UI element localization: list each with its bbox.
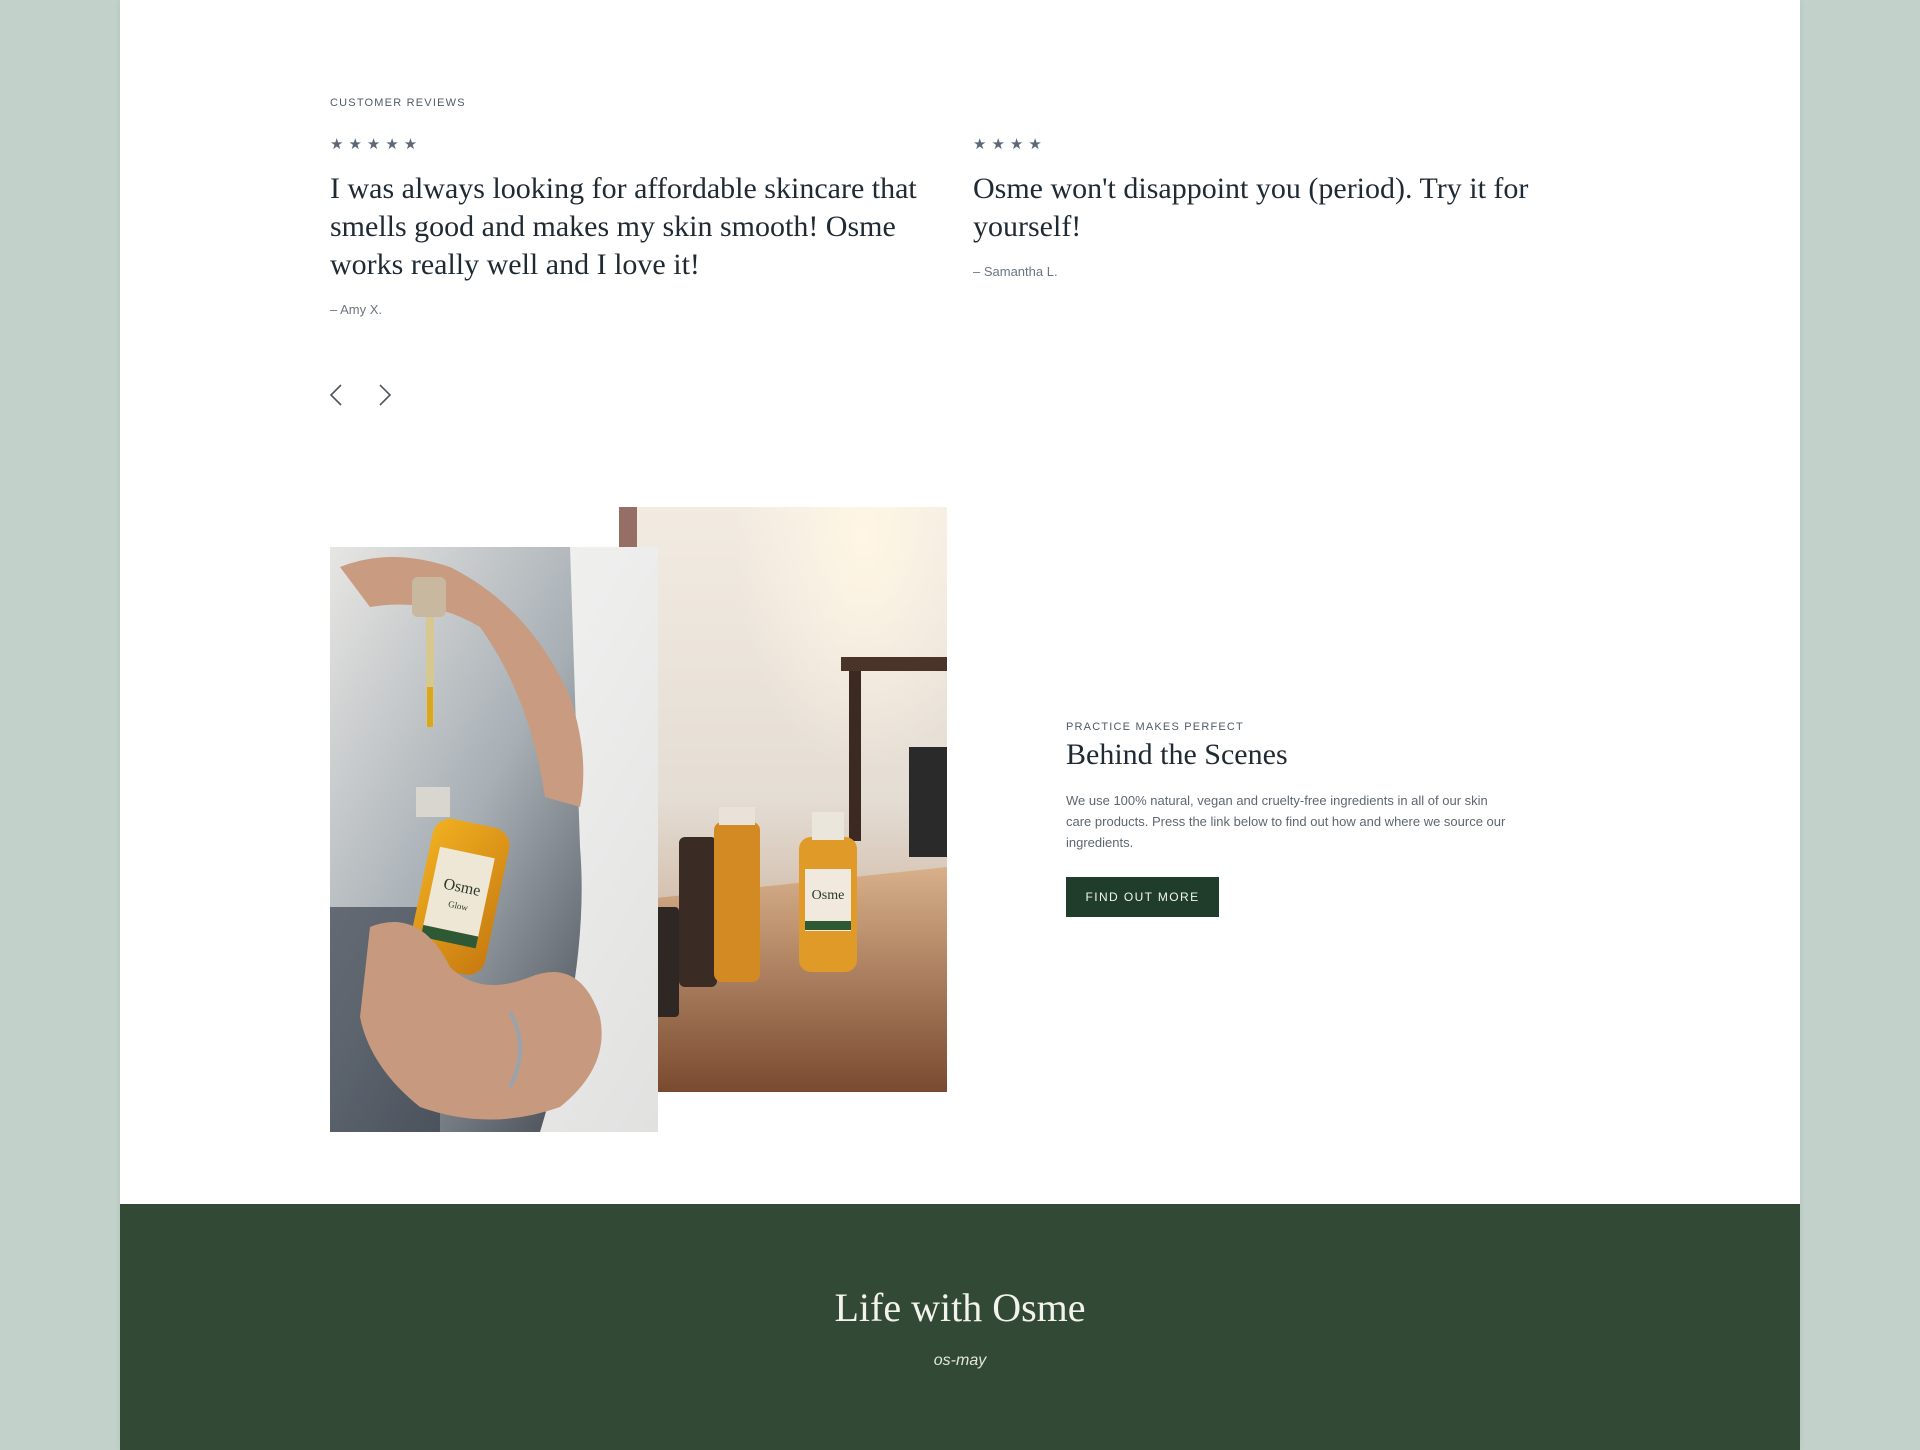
band-subtitle: os-may [933, 1352, 987, 1369]
review-quote: I was always looking for affordable skin… [330, 172, 917, 281]
life-with-osme-section: Life with Osme os-may [120, 1204, 1800, 1450]
review-author: – Amy X. [330, 302, 383, 317]
section-title: Behind the Scenes [1066, 738, 1288, 771]
reviews-eyebrow: CUSTOMER REVIEWS [330, 97, 466, 109]
review-rating-stars: ★★★★★ [330, 136, 423, 153]
section-eyebrow: PRACTICE MAKES PERFECT [1066, 721, 1244, 733]
review-rating-stars: ★★★★ [973, 136, 1047, 153]
svg-text:Osme: Osme [812, 888, 845, 903]
find-out-more-button[interactable]: FIND OUT MORE [1066, 877, 1219, 917]
section-body-text: We use 100% natural, vegan and cruelty-f… [1066, 793, 1506, 850]
chevron-left-icon [329, 384, 342, 406]
band-title: Life with Osme [834, 1285, 1086, 1330]
reviews-prev-button[interactable] [323, 380, 349, 410]
chevron-right-icon [379, 384, 392, 406]
reviews-next-button[interactable] [372, 380, 398, 410]
dropper-bottle-photo: Osme Glow [330, 547, 658, 1132]
studio-bottles-photo: Osme [619, 507, 947, 1092]
review-author: – Samantha L. [973, 264, 1058, 279]
review-quote: Osme won't disappoint you (period). Try … [973, 172, 1529, 243]
